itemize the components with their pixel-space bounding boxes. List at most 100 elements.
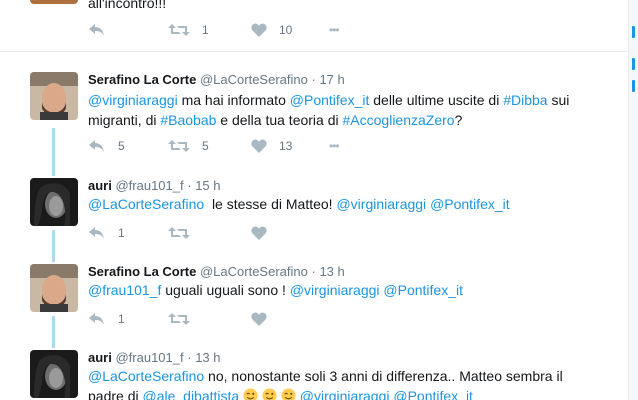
emoji-group <box>239 388 296 400</box>
tweet-text: @frau101_f uguali uguali sono ! @virgini… <box>88 280 598 300</box>
hashtag-link[interactable]: #Baobab <box>160 112 216 128</box>
heart-icon <box>251 139 267 153</box>
avatar[interactable] <box>30 350 78 398</box>
reply-icon <box>89 313 104 325</box>
reply-button[interactable]: 1 <box>88 309 125 329</box>
tweet-header: Serafino La Corte @LaCorteSerafino · 13 … <box>88 264 345 279</box>
hashtag-link[interactable]: #AccoglienzaZero <box>343 112 455 128</box>
more-button[interactable]: ••• <box>329 20 340 40</box>
scrollbar-edge[interactable] <box>628 0 638 400</box>
more-icon: ••• <box>329 139 340 153</box>
author-name[interactable]: auri <box>88 178 112 193</box>
blue-mark <box>632 58 635 70</box>
mention-link[interactable]: @virginiaraggi <box>290 282 380 298</box>
tweet-text-fragment: ? <box>454 112 463 128</box>
blue-mark <box>632 26 635 38</box>
tweet-previous: all'incontro!!! 1 10 ••• <box>0 0 628 50</box>
mention-link[interactable]: @Pontifex_it <box>290 92 370 108</box>
retweet-button[interactable] <box>168 309 190 329</box>
mention-link[interactable]: @ale_dibattista <box>142 388 239 400</box>
mention-link[interactable]: @frau101_f <box>88 282 161 298</box>
tweet-text-fragment: uguali uguali sono ! <box>161 282 290 298</box>
tweet-text-line: @LaCorteSerafino no, nonostante soli 3 a… <box>88 366 598 386</box>
avatar[interactable] <box>30 178 78 226</box>
reply-button[interactable]: 1 <box>88 223 125 243</box>
like-button[interactable] <box>251 223 267 243</box>
tweet-text-fragment: padre di <box>88 388 143 400</box>
retweet-button[interactable] <box>168 223 190 243</box>
tweet-text-fragment: sui <box>547 92 570 108</box>
tweet-header: auri @frau101_f · 13 h <box>88 350 221 365</box>
avatar[interactable] <box>30 264 78 312</box>
tweet-text-fragment: migranti, di <box>88 112 161 128</box>
author-name[interactable]: Serafino La Corte <box>88 72 196 87</box>
heart-icon <box>251 23 267 37</box>
mention-link[interactable]: @LaCorteSerafino <box>88 368 204 384</box>
tweet-text-line: @LaCorteSerafino le stesse di Matteo! @v… <box>88 194 598 214</box>
mention-link[interactable]: @virginiaraggi <box>300 388 390 400</box>
tweet-text: @LaCorteSerafino le stesse di Matteo! @v… <box>88 194 598 214</box>
author-name[interactable]: auri <box>88 350 112 365</box>
heart-icon <box>251 226 267 240</box>
author-handle[interactable]: @frau101_f <box>115 178 183 193</box>
tweet-text: @LaCorteSerafino no, nonostante soli 3 a… <box>88 366 598 400</box>
more-icon: ••• <box>329 23 340 37</box>
author-name[interactable]: Serafino La Corte <box>88 264 196 279</box>
divider <box>0 51 628 52</box>
mention-link[interactable]: @Pontifex_it <box>393 388 473 400</box>
mention-link[interactable]: @LaCorteSerafino <box>88 196 204 212</box>
tweet-text-fragment: ma hai informato <box>177 92 290 108</box>
author-handle[interactable]: @frau101_f <box>115 350 183 365</box>
reply-button[interactable] <box>88 20 106 40</box>
winking-face-icon <box>262 388 277 400</box>
tweet-time[interactable]: 15 h <box>195 178 220 193</box>
blue-mark <box>632 80 635 92</box>
tweet: Serafino La Corte @LaCorteSerafino · 13 … <box>0 262 628 332</box>
tweet-time[interactable]: 13 h <box>319 264 344 279</box>
mention-link[interactable]: @Pontifex_it <box>383 282 463 298</box>
tweet-text-line: @virginiaraggi ma hai informato @Pontife… <box>88 90 598 110</box>
tweet-text-fragment: le stesse di Matteo! <box>204 196 337 212</box>
tweet-text-fragment: no, nonostante soli 3 anni di differenza… <box>204 368 563 384</box>
tweet: auri @frau101_f · 13 h @LaCorteSerafino … <box>0 348 628 400</box>
tweet-text-fragment: e della tua teoria di <box>216 112 343 128</box>
tweet: auri @frau101_f · 15 h @LaCorteSerafino … <box>0 176 628 246</box>
reply-icon <box>89 227 104 239</box>
tweet-time[interactable]: 17 h <box>319 72 344 87</box>
winking-face-icon <box>281 388 296 400</box>
avatar[interactable] <box>30 0 78 4</box>
like-button[interactable] <box>251 309 267 329</box>
like-button[interactable]: 10 <box>251 20 292 40</box>
winking-face-icon <box>243 388 258 400</box>
author-handle[interactable]: @LaCorteSerafino <box>200 264 308 279</box>
tweet-text-line: migranti, di #Baobab e della tua teoria … <box>88 110 598 130</box>
reply-icon <box>89 140 104 152</box>
mention-link[interactable]: @virginiaraggi <box>336 196 426 212</box>
avatar[interactable] <box>30 72 78 120</box>
mention-link[interactable]: @Pontifex_it <box>430 196 510 212</box>
hashtag-link[interactable]: #Dibba <box>503 92 547 108</box>
tweet-time[interactable]: 13 h <box>195 350 220 365</box>
reply-icon <box>89 24 104 36</box>
tweet-text-line: @frau101_f uguali uguali sono ! @virgini… <box>88 280 598 300</box>
timeline: all'incontro!!! 1 10 ••• Serafino La Cor… <box>0 0 628 400</box>
tweet-text-fragment: delle ultime uscite di <box>369 92 504 108</box>
mention-link[interactable]: @virginiaraggi <box>88 92 178 108</box>
reply-button[interactable]: 5 <box>88 136 125 156</box>
heart-icon <box>251 312 267 326</box>
tweet-text: @virginiaraggi ma hai informato @Pontife… <box>88 90 598 130</box>
tweet-text-line: padre di @ale_dibattista @virginiaraggi … <box>88 386 598 400</box>
retweet-icon <box>168 24 190 36</box>
more-button[interactable]: ••• <box>329 136 340 156</box>
retweet-icon <box>168 140 190 152</box>
like-button[interactable]: 13 <box>251 136 292 156</box>
retweet-button[interactable]: 5 <box>168 136 209 156</box>
retweet-button[interactable]: 1 <box>168 20 209 40</box>
tweet-header: Serafino La Corte @LaCorteSerafino · 17 … <box>88 72 345 87</box>
author-handle[interactable]: @LaCorteSerafino <box>200 72 308 87</box>
retweet-icon <box>168 313 190 325</box>
tweet-header: auri @frau101_f · 15 h <box>88 178 221 193</box>
tweet: Serafino La Corte @LaCorteSerafino · 17 … <box>0 70 628 160</box>
tweet-text: all'incontro!!! <box>88 0 167 11</box>
retweet-icon <box>168 227 190 239</box>
